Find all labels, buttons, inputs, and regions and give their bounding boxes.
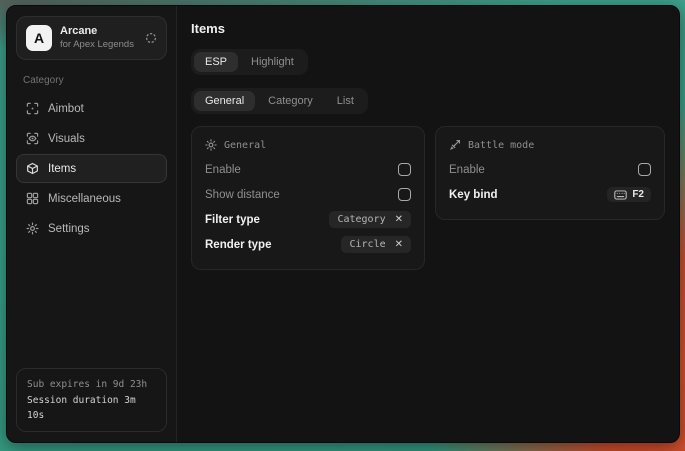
tab-general[interactable]: General <box>194 91 255 111</box>
remove-chip-icon[interactable]: ✕ <box>395 239 403 250</box>
setting-row-filter-type: Filter type Category ✕ <box>205 207 411 232</box>
panel-battle-mode: Battle mode Enable Key bind F2 <box>435 126 665 220</box>
app-window: A Arcane for Apex Legends Category Aimbo <box>6 5 680 443</box>
tab-highlight[interactable]: Highlight <box>240 52 305 72</box>
sidebar-item-label: Visuals <box>48 133 85 145</box>
keybind-button[interactable]: F2 <box>607 187 651 202</box>
setting-row-enable: Enable <box>205 157 411 182</box>
sidebar-item-miscellaneous[interactable]: Miscellaneous <box>16 184 167 213</box>
setting-row-show-distance: Show distance <box>205 182 411 207</box>
sidebar: A Arcane for Apex Legends Category Aimbo <box>7 6 177 442</box>
remove-chip-icon[interactable]: ✕ <box>395 214 403 225</box>
setting-row-enable: Enable <box>449 157 651 182</box>
sword-icon <box>449 139 461 151</box>
sidebar-item-label: Items <box>48 163 76 175</box>
keyboard-icon <box>614 190 627 200</box>
sidebar-item-label: Miscellaneous <box>48 193 121 205</box>
app-name: Arcane <box>60 25 137 39</box>
crosshair-icon <box>25 102 39 115</box>
setting-row-key-bind: Key bind F2 <box>449 182 651 207</box>
package-icon <box>25 162 39 175</box>
setting-label: Render type <box>205 239 271 251</box>
keybind-value: F2 <box>632 189 644 200</box>
render-type-chip[interactable]: Circle ✕ <box>341 236 411 253</box>
app-logo: A <box>26 25 52 51</box>
setting-label: Enable <box>205 164 241 176</box>
subscription-card: Sub expires in 9d 23h Session duration 3… <box>16 368 167 432</box>
filter-type-chip[interactable]: Category ✕ <box>329 211 411 228</box>
sub-expiry-text: Sub expires in 9d 23h <box>27 377 156 392</box>
tab-list[interactable]: List <box>326 91 365 111</box>
show-distance-checkbox[interactable] <box>398 188 411 201</box>
grid-icon <box>25 192 39 205</box>
mode-tab-group: ESP Highlight <box>191 49 308 75</box>
panel-title: General <box>224 140 266 151</box>
sidebar-item-visuals[interactable]: Visuals <box>16 124 167 153</box>
scan-eye-icon <box>25 132 39 145</box>
page-title: Items <box>191 21 665 36</box>
setting-label: Show distance <box>205 189 280 201</box>
setting-label: Enable <box>449 164 485 176</box>
setting-label: Filter type <box>205 214 260 226</box>
sidebar-item-label: Settings <box>48 223 90 235</box>
sun-icon <box>205 139 217 151</box>
session-duration-text: Session duration 3m 10s <box>27 393 156 423</box>
chip-value: Category <box>337 214 385 225</box>
battle-enable-checkbox[interactable] <box>638 163 651 176</box>
chip-value: Circle <box>349 239 385 250</box>
panel-general: General Enable Show distance Filter type… <box>191 126 425 270</box>
sidebar-item-label: Aimbot <box>48 103 84 115</box>
app-header-card: A Arcane for Apex Legends <box>16 16 167 60</box>
status-ring-icon <box>145 32 157 44</box>
gear-icon <box>25 222 39 235</box>
panel-title: Battle mode <box>468 140 534 151</box>
view-tab-group: General Category List <box>191 88 368 114</box>
tab-esp[interactable]: ESP <box>194 52 238 72</box>
sidebar-item-aimbot[interactable]: Aimbot <box>16 94 167 123</box>
setting-row-render-type: Render type Circle ✕ <box>205 232 411 257</box>
enable-checkbox[interactable] <box>398 163 411 176</box>
main-content: Items ESP Highlight General Category Lis… <box>177 6 679 442</box>
tab-category[interactable]: Category <box>257 91 324 111</box>
category-label: Category <box>23 75 167 86</box>
app-subtitle: for Apex Legends <box>60 39 137 51</box>
setting-label: Key bind <box>449 189 498 201</box>
sidebar-item-items[interactable]: Items <box>16 154 167 183</box>
sidebar-item-settings[interactable]: Settings <box>16 214 167 243</box>
